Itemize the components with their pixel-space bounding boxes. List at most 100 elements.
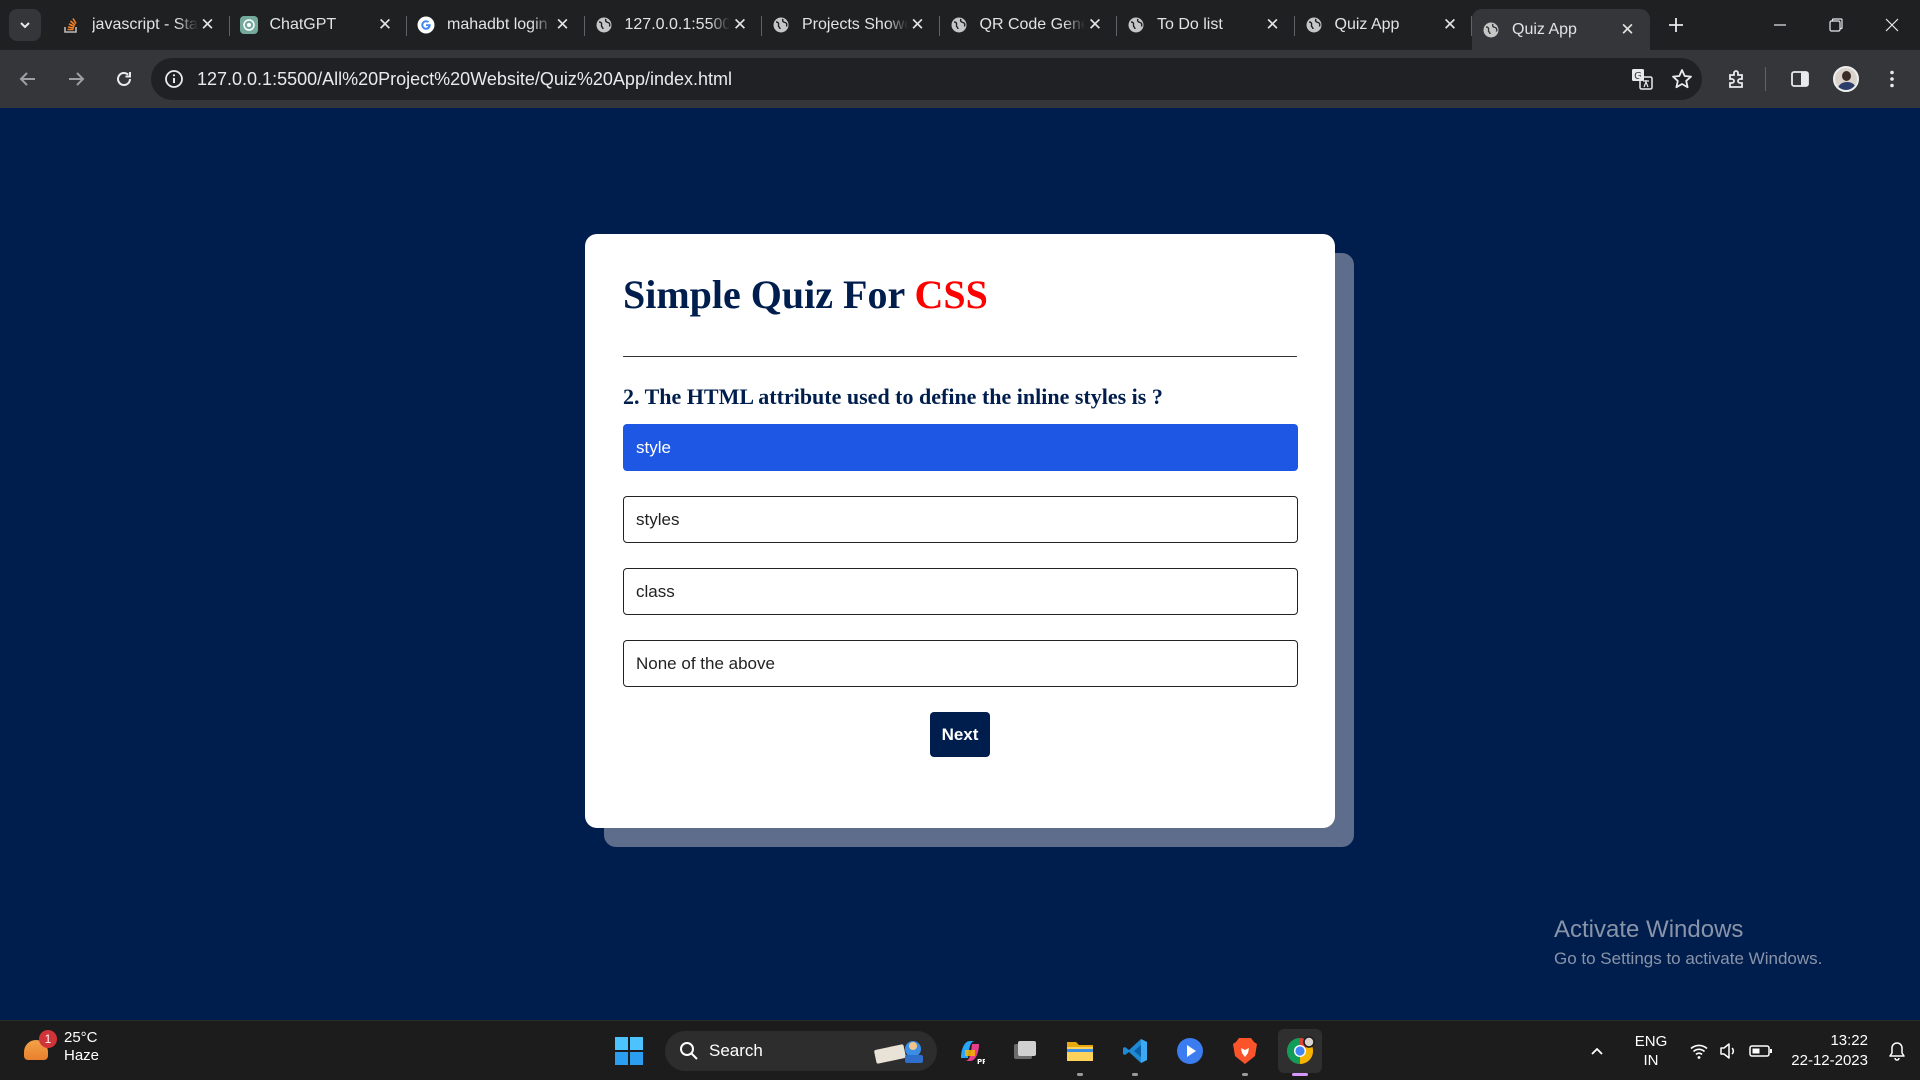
kebab-menu-icon [1890,70,1894,88]
bookmark-star-icon[interactable] [1662,59,1702,99]
tab-title: Quiz App [1512,20,1577,38]
taskbar-file-explorer[interactable] [1058,1029,1102,1076]
windows-taskbar: 1 25°C Haze Search PR ENG IN 13:22 22-12… [0,1020,1920,1080]
weather-widget[interactable]: 1 25°C Haze [22,1029,99,1065]
clock-date: 22-12-2023 [1791,1052,1868,1069]
extensions-button[interactable] [1717,59,1757,99]
browser-tab[interactable]: ChatGPT ✕ [230,0,407,50]
globe-icon [772,16,790,34]
globe-icon [950,16,968,34]
tab-title: ChatGPT [269,16,337,33]
taskbar-chrome[interactable] [1278,1029,1322,1076]
browser-tab[interactable]: QR Code Generator ✕ [940,0,1117,50]
browser-toolbar: 127.0.0.1:5500/All%20Project%20Website/Q… [0,50,1920,108]
side-panel-button[interactable] [1780,59,1820,99]
next-button[interactable]: Next [930,712,990,757]
globe-icon [1305,16,1323,34]
running-indicator [1242,1073,1248,1076]
play-icon [1177,1038,1203,1064]
answer-button[interactable]: None of the above [623,640,1298,687]
close-icon[interactable]: ✕ [198,15,218,35]
tab-title: To Do list [1157,16,1223,33]
weather-desc: Haze [64,1047,100,1064]
new-tab-button[interactable] [1658,7,1694,43]
site-info-icon[interactable] [163,68,185,90]
profile-button[interactable] [1826,59,1866,99]
quiz-title: Simple Quiz For CSS [623,272,1297,318]
browser-tab[interactable]: javascript - Stack Overflow ✕ [52,0,230,50]
taskbar-search[interactable]: Search [665,1031,937,1071]
close-icon[interactable]: ✕ [1263,15,1283,35]
close-icon[interactable]: ✕ [730,15,750,35]
forward-button[interactable] [56,59,96,99]
clock[interactable]: 13:22 22-12-2023 [1791,1031,1868,1071]
address-bar[interactable]: 127.0.0.1:5500/All%20Project%20Website/Q… [151,58,1702,100]
translate-icon[interactable]: G [1622,59,1662,99]
lang-region: IN [1643,1052,1659,1069]
reload-icon [117,72,131,86]
tab-title: QR Code Generator [979,16,1086,33]
answer-button[interactable]: styles [623,496,1298,543]
vscode-icon [1123,1039,1147,1063]
close-icon[interactable]: ✕ [1085,15,1105,35]
search-label: Search [709,1041,763,1060]
clock-time: 13:22 [1830,1032,1868,1049]
notification-center-button[interactable] [1882,1041,1912,1061]
browser-tab[interactable]: 127.0.0.1:5500 ✕ [585,0,762,50]
close-icon[interactable]: ✕ [375,15,395,35]
close-icon[interactable]: ✕ [553,15,573,35]
search-highlight-icon [874,1041,923,1064]
taskbar-media-player[interactable] [1168,1029,1212,1073]
chatgpt-icon [239,16,258,34]
running-indicator [1132,1073,1138,1076]
window-controls [1752,0,1920,50]
wifi-icon [1690,1044,1708,1059]
tab-title: 127.0.0.1:5500 [624,16,731,33]
bell-icon [1889,1042,1905,1061]
browser-tab-active[interactable]: Quiz App ✕ [1472,9,1650,50]
browser-tab[interactable]: To Do list ✕ [1117,0,1295,50]
page-viewport: Simple Quiz For CSS 2. The HTML attribut… [0,108,1920,1020]
svg-text:PRE: PRE [977,1058,985,1066]
back-button[interactable] [8,59,48,99]
close-window-button[interactable] [1864,0,1920,50]
brave-lion-icon [1233,1038,1257,1064]
toolbar-actions [1711,59,1912,99]
close-icon[interactable]: ✕ [1440,15,1460,35]
globe-icon [595,16,613,34]
language-indicator[interactable]: ENG IN [1635,1032,1668,1070]
avatar [1833,66,1859,92]
taskbar-brave[interactable] [1223,1029,1267,1076]
stackoverflow-icon [62,16,80,34]
browser-tab[interactable]: Quiz App ✕ [1295,0,1472,50]
tab-title: Projects Showcase [802,16,908,33]
url-text[interactable]: 127.0.0.1:5500/All%20Project%20Website/Q… [197,69,1622,90]
google-icon [417,16,435,34]
tab-search-button[interactable] [9,9,41,41]
close-icon[interactable]: ✕ [908,15,928,35]
answer-button-selected[interactable]: style [623,424,1298,471]
active-indicator [1292,1073,1308,1076]
minimize-button[interactable] [1752,0,1808,50]
close-icon[interactable]: ✕ [1618,20,1638,40]
taskbar-copilot[interactable]: PRE [948,1029,992,1073]
minimize-icon [1774,24,1786,26]
tab-title: Quiz App [1334,16,1400,33]
task-view-icon [1014,1041,1036,1059]
watermark-title: Activate Windows [1554,916,1744,943]
taskbar-vscode[interactable] [1113,1029,1157,1076]
quick-settings[interactable] [1689,1042,1773,1060]
browser-tab[interactable]: Projects Showcase ✕ [762,0,940,50]
start-button[interactable] [607,1029,651,1073]
reload-button[interactable] [104,59,144,99]
answer-button[interactable]: class [623,568,1298,615]
restore-button[interactable] [1808,0,1864,50]
browser-tab[interactable]: mahadbt login ✕ [407,0,585,50]
menu-button[interactable] [1872,59,1912,99]
search-icon [679,1041,699,1061]
next-wrapper: Next [623,712,1297,757]
taskbar-task-view[interactable] [1003,1029,1047,1073]
chrome-icon [1286,1036,1315,1065]
copilot-icon: PRE [961,1041,985,1066]
show-hidden-icons-button[interactable] [1577,1043,1617,1059]
